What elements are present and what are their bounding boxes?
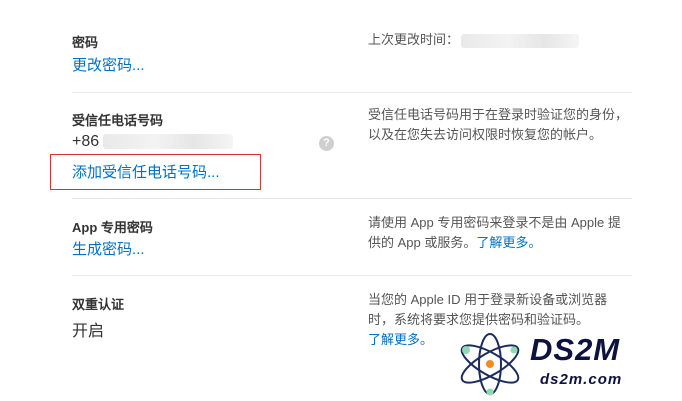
phone-prefix: +86 xyxy=(72,133,100,150)
last-changed-text: 上次更改时间： xyxy=(368,30,630,50)
two-factor-title: 双重认证 xyxy=(72,297,125,312)
password-section: 密码 更改密码... 上次更改时间： xyxy=(72,0,632,92)
two-factor-learn-more-link[interactable]: 了解更多。 xyxy=(368,332,433,347)
highlight-box xyxy=(50,154,261,190)
app-password-title: App 专用密码 xyxy=(72,220,153,235)
trusted-phone-title: 受信任电话号码 xyxy=(72,113,164,128)
redacted-phone xyxy=(103,134,234,150)
info-icon[interactable]: ? xyxy=(319,136,334,151)
two-factor-status: 开启 xyxy=(72,323,105,340)
last-changed-label: 上次更改时间： xyxy=(368,32,460,47)
phone-number: +86 xyxy=(72,133,234,151)
app-password-learn-more-link[interactable]: 了解更多。 xyxy=(476,235,541,250)
trusted-phone-description: 受信任电话号码用于在登录时验证您的身份，以及在您失去访问权限时恢复您的帐户。 xyxy=(368,107,629,142)
app-password-section: App 专用密码 生成密码... 请使用 App 专用密码来登录不是由 Appl… xyxy=(72,199,632,275)
redacted-date xyxy=(461,33,580,48)
app-password-description: 请使用 App 专用密码来登录不是由 Apple 提供的 App 或服务。了解更… xyxy=(368,213,630,253)
password-title: 密码 xyxy=(72,35,99,50)
generate-password-link[interactable]: 生成密码... xyxy=(72,238,145,259)
two-factor-text: 当您的 Apple ID 用于登录新设备或浏览器时，系统将要求您提供密码和验证码… xyxy=(368,292,608,327)
watermark-site-text: ds2m.com xyxy=(540,371,623,388)
atom-logo-icon xyxy=(460,333,520,396)
change-password-link[interactable]: 更改密码... xyxy=(72,54,145,75)
watermark: DS2M ds2m.com xyxy=(450,328,675,398)
watermark-logo-text: DS2M xyxy=(530,332,621,367)
